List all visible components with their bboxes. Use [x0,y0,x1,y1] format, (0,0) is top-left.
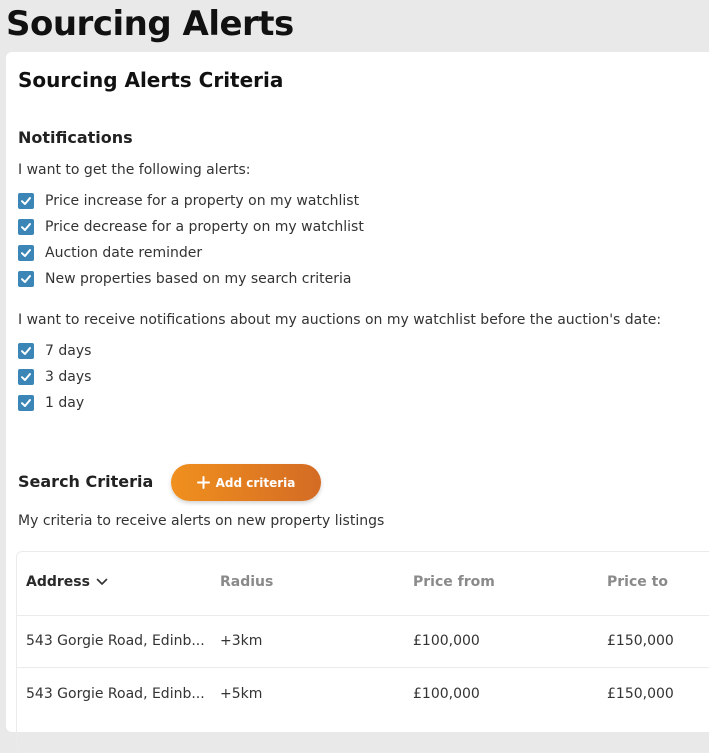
checkbox-checked-icon[interactable] [18,395,34,411]
alert-label: New properties based on my search criter… [45,271,352,287]
auction-option-3-days[interactable]: 3 days [18,368,91,386]
auction-option-label: 7 days [45,343,92,359]
column-header-radius: Radius [220,574,274,590]
row-divider [17,615,709,616]
auction-option-7-days[interactable]: 7 days [18,342,91,360]
cell-address: 543 Gorgie Road, Edinb... [26,633,205,649]
checkbox-checked-icon[interactable] [18,369,34,385]
add-criteria-label: Add criteria [215,475,296,490]
chevron-down-icon [96,578,108,585]
alert-label: Price decrease for a property on my watc… [45,219,364,235]
cell-radius: +5km [220,686,263,702]
cell-price-from: £100,000 [413,686,480,702]
criteria-table: Address Radius Price from Price to 543 G… [16,551,709,753]
checkbox-checked-icon[interactable] [18,219,34,235]
column-header-address[interactable]: Address [26,574,108,590]
search-criteria-description: My criteria to receive alerts on new pro… [18,513,385,529]
row-divider [17,667,709,668]
cell-radius: +3km [220,633,263,649]
page-title: Sourcing Alerts [6,4,294,44]
checkbox-checked-icon[interactable] [18,193,34,209]
notifications-title: Notifications [18,128,133,147]
checkbox-checked-icon[interactable] [18,271,34,287]
alert-price-decrease[interactable]: Price decrease for a property on my watc… [18,218,364,236]
cell-address: 543 Gorgie Road, Edinb... [26,686,205,702]
alert-new-properties[interactable]: New properties based on my search criter… [18,270,351,288]
auction-option-label: 1 day [45,395,85,411]
alert-label: Auction date reminder [45,245,203,261]
card-title: Sourcing Alerts Criteria [18,68,284,92]
column-header-label: Address [26,574,90,590]
checkbox-checked-icon[interactable] [18,245,34,261]
sourcing-alerts-card: Sourcing Alerts Criteria Notifications I… [6,52,709,753]
auction-option-label: 3 days [45,369,92,385]
add-criteria-button[interactable]: Add criteria [171,464,321,501]
column-header-price-to: Price to [607,574,668,590]
cell-price-to: £150,000 [607,633,674,649]
column-header-price-from: Price from [413,574,495,590]
search-criteria-title: Search Criteria [18,472,154,491]
cell-price-to: £150,000 [607,686,674,702]
auction-option-1-day[interactable]: 1 day [18,394,84,412]
alert-price-increase[interactable]: Price increase for a property on my watc… [18,192,359,210]
auction-intro-text: I want to receive notifications about my… [18,312,662,328]
alerts-intro-text: I want to get the following alerts: [18,162,251,178]
plus-icon [196,476,210,489]
cell-price-from: £100,000 [413,633,480,649]
alert-label: Price increase for a property on my watc… [45,193,360,209]
alert-auction-reminder[interactable]: Auction date reminder [18,244,202,262]
checkbox-checked-icon[interactable] [18,343,34,359]
